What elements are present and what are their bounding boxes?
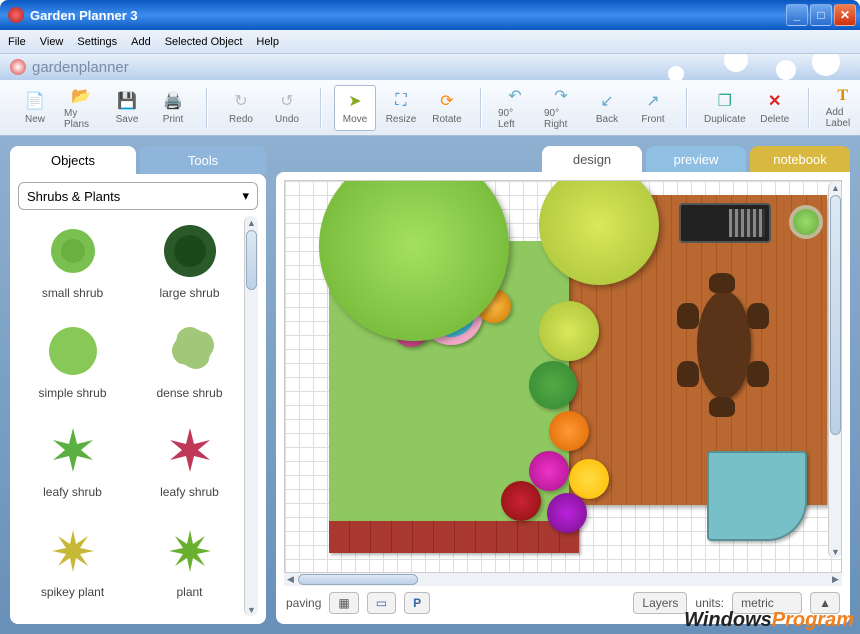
cursor-icon: ➤ — [344, 90, 366, 112]
layers-button[interactable]: Layers — [633, 592, 687, 614]
minimize-button[interactable]: _ — [786, 4, 808, 26]
send-back-button[interactable]: ↙Back — [586, 85, 628, 131]
scroll-down-icon[interactable]: ▼ — [246, 603, 257, 616]
printer-icon: 🖨️ — [162, 90, 184, 112]
disk-icon: 💾 — [116, 90, 138, 112]
file-icon: 📄 — [24, 90, 46, 112]
brand-text: gardenplanner — [32, 59, 129, 76]
tab-tools[interactable]: Tools — [140, 146, 266, 174]
maximize-button[interactable]: □ — [810, 4, 832, 26]
list-item[interactable]: simple shrub — [18, 320, 127, 414]
app-icon — [8, 7, 24, 23]
canvas-vscroll[interactable]: ▲▼ — [828, 181, 842, 558]
menu-view[interactable]: View — [40, 36, 64, 48]
bring-front-button[interactable]: ↗Front — [632, 85, 674, 131]
sidebar-scrollbar[interactable]: ▲▼ — [244, 216, 258, 616]
brand-icon — [10, 59, 26, 75]
category-value: Shrubs & Plants — [27, 189, 120, 204]
blossom-decoration — [520, 54, 860, 80]
selection-label: paving — [286, 596, 321, 610]
tab-preview[interactable]: preview — [646, 146, 746, 172]
rotate-icon: ⟳ — [436, 90, 458, 112]
folder-icon: 📂 — [70, 86, 92, 106]
menu-add[interactable]: Add — [131, 36, 151, 48]
back-icon: ↙ — [596, 90, 618, 112]
units-dropdown[interactable]: metric — [732, 592, 802, 614]
rotate-right-icon: ↷ — [550, 86, 572, 106]
rotate-button[interactable]: ⟳Rotate — [426, 85, 468, 131]
duplicate-button[interactable]: ❐Duplicate — [700, 85, 750, 131]
new-button[interactable]: 📄New — [14, 85, 56, 131]
list-item[interactable]: spikey plant — [18, 519, 127, 613]
menu-bar: File View Settings Add Selected Object H… — [0, 30, 860, 54]
canvas-area: design preview notebook — [276, 146, 850, 624]
tab-objects[interactable]: Objects — [10, 146, 136, 174]
rotate-right-button[interactable]: ↷90° Right — [540, 85, 582, 131]
close-button[interactable]: ✕ — [834, 4, 856, 26]
units-label: units: — [695, 596, 724, 610]
menu-help[interactable]: Help — [256, 36, 279, 48]
tab-notebook[interactable]: notebook — [750, 146, 850, 172]
scroll-up-icon[interactable]: ▲ — [246, 216, 257, 229]
brand-bar: gardenplanner — [0, 54, 860, 80]
list-item[interactable]: dense shrub — [135, 320, 244, 414]
my-plans-button[interactable]: 📂My Plans — [60, 85, 102, 131]
design-canvas[interactable]: ▲▼ — [284, 180, 842, 573]
delete-button[interactable]: ✕Delete — [754, 85, 796, 131]
front-icon: ↗ — [642, 90, 664, 112]
menu-file[interactable]: File — [8, 36, 26, 48]
p-button[interactable]: P — [404, 592, 430, 614]
workspace: Objects Tools Shrubs & Plants ▾ small sh… — [0, 136, 860, 634]
menu-settings[interactable]: Settings — [77, 36, 117, 48]
resize-icon: ⛶ — [390, 90, 412, 112]
category-dropdown[interactable]: Shrubs & Plants ▾ — [18, 182, 258, 210]
toolbar: 📄New 📂My Plans 💾Save 🖨️Print ↻Redo ↺Undo… — [0, 80, 860, 136]
menu-selected-object[interactable]: Selected Object — [165, 36, 243, 48]
chevron-down-icon: ▾ — [242, 188, 249, 204]
duplicate-icon: ❐ — [714, 90, 736, 112]
grid-icon: ▦ — [338, 596, 349, 610]
undo-icon: ↺ — [276, 90, 298, 112]
text-icon: T — [832, 87, 854, 105]
rotate-left-button[interactable]: ↶90° Left — [494, 85, 536, 131]
move-button[interactable]: ➤Move — [334, 85, 376, 131]
save-button[interactable]: 💾Save — [106, 85, 148, 131]
print-button[interactable]: 🖨️Print — [152, 85, 194, 131]
titlebar: Garden Planner 3 _ □ ✕ — [0, 0, 860, 30]
list-item[interactable]: small shrub — [18, 220, 127, 314]
list-item[interactable]: leafy shrub — [18, 419, 127, 513]
object-grid: small shrub large shrub simple shrub den… — [18, 216, 244, 616]
add-label-button[interactable]: TAdd Label — [822, 85, 860, 131]
resize-button[interactable]: ⛶Resize — [380, 85, 422, 131]
list-item[interactable]: plant — [135, 519, 244, 613]
redo-icon: ↻ — [230, 90, 252, 112]
list-item[interactable]: large shrub — [135, 220, 244, 314]
canvas-hscroll[interactable]: ◀▶ — [284, 572, 842, 586]
ruler-icon: ▭ — [376, 596, 387, 610]
window-title: Garden Planner 3 — [30, 8, 786, 23]
undo-button[interactable]: ↺Undo — [266, 85, 308, 131]
tab-design[interactable]: design — [542, 146, 642, 172]
collapse-button[interactable]: ▲ — [810, 592, 840, 614]
sidebar: Objects Tools Shrubs & Plants ▾ small sh… — [10, 146, 266, 624]
list-item[interactable]: leafy shrub — [135, 419, 244, 513]
scroll-thumb[interactable] — [246, 230, 257, 290]
rotate-left-icon: ↶ — [504, 86, 526, 106]
grid-toggle-button[interactable]: ▦ — [329, 592, 358, 614]
ruler-toggle-button[interactable]: ▭ — [367, 592, 396, 614]
delete-icon: ✕ — [764, 90, 786, 112]
redo-button[interactable]: ↻Redo — [220, 85, 262, 131]
status-bar: paving ▦ ▭ P Layers units: metric ▲ — [284, 586, 842, 616]
